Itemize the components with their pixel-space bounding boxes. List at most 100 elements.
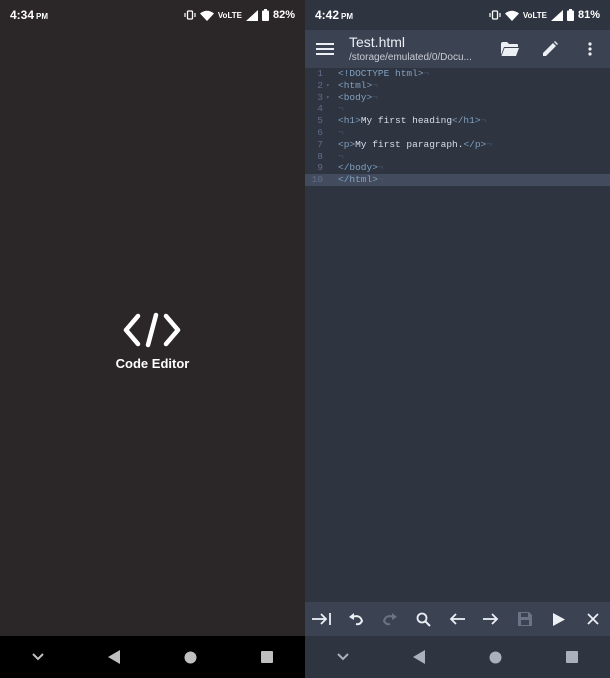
- more-options-button[interactable]: [570, 30, 610, 68]
- action-bar: [305, 602, 610, 636]
- search-icon: [416, 612, 431, 627]
- line-number: 3: [317, 91, 323, 103]
- edit-button[interactable]: [530, 30, 570, 68]
- line-number: 4: [317, 103, 323, 115]
- app-name: Code Editor: [115, 356, 190, 371]
- status-bar: 4:42 PM VoLTE 81%: [305, 0, 610, 30]
- code-text: ¬: [338, 150, 344, 162]
- code-line[interactable]: 4 ¬: [305, 103, 610, 115]
- code-text: <html>¬: [338, 79, 378, 91]
- nav-bar: [305, 636, 610, 678]
- status-icons: VoLTE 81%: [489, 9, 600, 21]
- redo-icon: [382, 613, 397, 626]
- line-number: 6: [317, 126, 323, 138]
- code-editor[interactable]: 1 <!DOCTYPE html>¬ 2 ▾ <html>¬ 3 ▾ <body>¬ 4 ¬ 5 <h…: [305, 68, 610, 602]
- code-line[interactable]: 6 ¬: [305, 127, 610, 139]
- cursor-left-button[interactable]: [442, 604, 472, 634]
- nav-home-button[interactable]: [481, 642, 511, 672]
- code-line[interactable]: 2 ▾ <html>¬: [305, 80, 610, 92]
- line-number: 1: [317, 68, 323, 79]
- code-text: ¬: [338, 103, 344, 115]
- nav-back-button[interactable]: [404, 642, 434, 672]
- home-circle-icon: [489, 651, 502, 663]
- splash-screen: 4:34 PM VoLTE 82% Code Editor: [0, 0, 305, 678]
- search-button[interactable]: [409, 604, 439, 634]
- vibrate-icon: [489, 10, 501, 20]
- back-triangle-icon: [412, 650, 425, 664]
- run-button[interactable]: [544, 604, 574, 634]
- code-line[interactable]: 8 ¬: [305, 151, 610, 163]
- line-number: 10: [311, 174, 323, 186]
- fold-arrow-icon[interactable]: ▾: [326, 92, 330, 104]
- status-time: 4:42 PM: [315, 8, 354, 22]
- status-time: 4:34 PM: [10, 8, 49, 22]
- signal-icon: [550, 9, 563, 21]
- undo-icon: [348, 613, 363, 626]
- code-line[interactable]: 9 </body>¬: [305, 162, 610, 174]
- code-text: <h1>My first heading</h1>¬: [338, 115, 487, 127]
- save-button[interactable]: [510, 604, 540, 634]
- line-number: 7: [317, 138, 323, 150]
- nav-collapse-button[interactable]: [23, 642, 53, 672]
- back-triangle-icon: [107, 650, 120, 664]
- code-text: <body>¬: [338, 91, 378, 103]
- close-icon: [587, 613, 599, 625]
- more-vert-icon: [588, 42, 592, 56]
- chevron-down-icon: [337, 653, 349, 661]
- fold-arrow-icon[interactable]: ▾: [326, 80, 330, 92]
- cursor-right-button[interactable]: [476, 604, 506, 634]
- code-text: </body>¬: [338, 162, 384, 174]
- wifi-icon: [199, 10, 214, 21]
- nav-home-button[interactable]: [176, 642, 206, 672]
- tab-indent-icon: [311, 613, 331, 625]
- code-line[interactable]: 7 <p>My first paragraph.</p>¬: [305, 139, 610, 151]
- file-path: /storage/emulated/0/Docu...: [349, 51, 472, 63]
- save-icon: [518, 612, 533, 626]
- code-text: <!DOCTYPE html>¬: [338, 68, 430, 79]
- battery-percent: 82%: [272, 9, 295, 21]
- code-line[interactable]: 1 <!DOCTYPE html>¬: [305, 68, 610, 80]
- folder-open-icon: [501, 42, 519, 56]
- play-icon: [553, 612, 566, 626]
- undo-button[interactable]: [341, 604, 371, 634]
- battery-percent: 81%: [577, 9, 600, 21]
- code-line[interactable]: 10 </html>¬: [305, 174, 610, 186]
- close-file-button[interactable]: [578, 604, 608, 634]
- home-circle-icon: [184, 651, 197, 663]
- chevron-down-icon: [32, 653, 44, 661]
- signal-icon: [245, 9, 258, 21]
- volte-label: VoLTE: [217, 10, 242, 20]
- line-number: 2: [317, 79, 323, 91]
- file-titles: Test.html /storage/emulated/0/Docu...: [345, 34, 490, 65]
- status-icons: VoLTE 82%: [184, 9, 295, 21]
- nav-collapse-button[interactable]: [328, 642, 358, 672]
- code-text: <p>My first paragraph.</p>¬: [338, 138, 492, 150]
- app-toolbar: Test.html /storage/emulated/0/Docu...: [305, 30, 610, 68]
- edit-pencil-icon: [543, 41, 558, 56]
- recents-square-icon: [260, 651, 273, 663]
- volte-label: VoLTE: [522, 10, 547, 20]
- nav-recents-button[interactable]: [557, 642, 587, 672]
- redo-button[interactable]: [375, 604, 405, 634]
- vibrate-icon: [184, 10, 196, 20]
- wifi-icon: [504, 10, 519, 21]
- nav-back-button[interactable]: [99, 642, 129, 672]
- recents-square-icon: [565, 651, 578, 663]
- file-title: Test.html: [349, 33, 406, 50]
- status-bar: 4:34 PM VoLTE 82%: [0, 0, 305, 30]
- line-number: 9: [317, 162, 323, 174]
- code-line[interactable]: 5 <h1>My first heading</h1>¬: [305, 115, 610, 127]
- open-folder-button[interactable]: [490, 30, 530, 68]
- code-brackets-icon: [122, 312, 182, 353]
- battery-icon: [566, 9, 574, 21]
- arrow-left-icon: [450, 613, 466, 625]
- menu-button[interactable]: [305, 30, 345, 68]
- nav-recents-button[interactable]: [252, 642, 282, 672]
- menu-icon: [316, 43, 334, 55]
- arrow-right-icon: [483, 613, 499, 625]
- line-number: 8: [317, 150, 323, 162]
- code-line[interactable]: 3 ▾ <body>¬: [305, 92, 610, 104]
- battery-icon: [261, 9, 269, 21]
- editor-screen: 4:42 PM VoLTE 81% Test.html /storage/emul…: [305, 0, 610, 678]
- indent-button[interactable]: [307, 604, 337, 634]
